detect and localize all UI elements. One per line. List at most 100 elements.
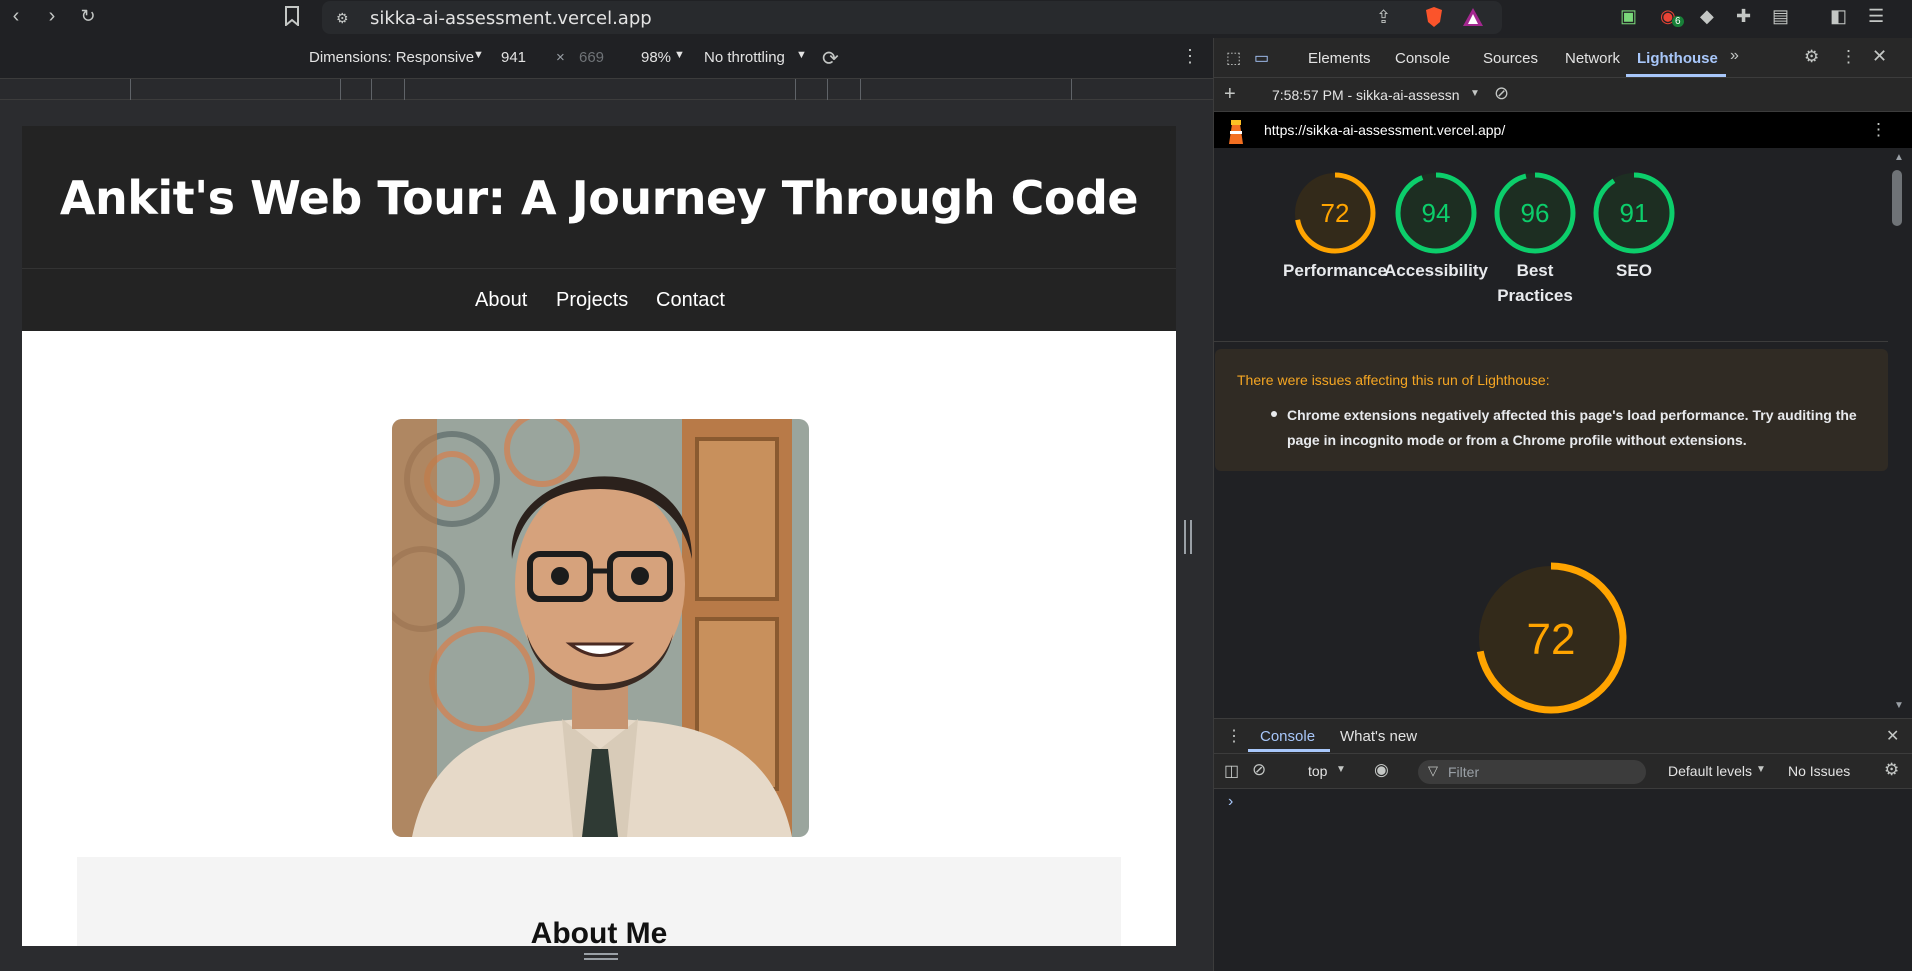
tab-console[interactable]: Console — [1395, 50, 1450, 67]
emulated-page: Ankit's Web Tour: A Journey Through Code… — [22, 126, 1176, 946]
resize-handle[interactable] — [1184, 520, 1192, 554]
warning-title: There were issues affecting this run of … — [1237, 372, 1550, 388]
live-expression-eye-icon[interactable]: ◉ — [1374, 760, 1389, 780]
report-scrollbar[interactable]: ▲ ▼ — [1888, 148, 1912, 718]
site-header: Ankit's Web Tour: A Journey Through Code — [22, 126, 1176, 269]
sidebar-icon[interactable]: ◧ — [1830, 6, 1847, 26]
active-tab-indicator — [1626, 74, 1726, 77]
chevron-down-icon: ▼ — [1336, 764, 1346, 775]
more-tabs-icon[interactable]: » — [1730, 47, 1739, 65]
more-options-icon[interactable]: ⋮ — [1181, 46, 1199, 67]
svg-text:91: 91 — [1620, 198, 1649, 228]
device-toolbar: Dimensions: Responsive ▼ 941 × 669 98% ▼… — [0, 38, 1213, 78]
gauge-ring: 91 — [1593, 172, 1675, 254]
tab-elements[interactable]: Elements — [1308, 50, 1371, 67]
console-prompt[interactable]: › — [1228, 793, 1233, 811]
forward-icon[interactable]: › — [40, 4, 64, 28]
times-separator: × — [556, 49, 565, 66]
address-bar[interactable]: ⚙ sikka-ai-assessment.vercel.app ⇪ — [322, 1, 1502, 34]
svg-text:96: 96 — [1521, 198, 1550, 228]
big-performance-gauge[interactable]: 72 — [1471, 558, 1631, 718]
report-url[interactable]: https://sikka-ai-assessment.vercel.app/ — [1264, 122, 1505, 138]
extension-badge-count: 6 — [1672, 16, 1684, 27]
drawer-active-indicator — [1248, 749, 1330, 752]
console-filter-input[interactable]: ▽ Filter — [1418, 760, 1646, 784]
extension-icon-2[interactable]: ◆ — [1700, 6, 1714, 26]
chevron-down-icon: ▼ — [796, 49, 807, 61]
inspect-element-icon[interactable]: ⬚ — [1226, 48, 1241, 68]
extension-icon[interactable]: ▣ — [1620, 6, 1637, 26]
gauge-ring: 72 — [1294, 172, 1376, 254]
filter-icon: ▽ — [1428, 763, 1438, 778]
nav-link-contact[interactable]: Contact — [656, 289, 725, 312]
lighthouse-logo-icon — [1229, 120, 1243, 144]
media-query-bar[interactable] — [0, 78, 1213, 101]
lighthouse-report-url-bar: https://sikka-ai-assessment.vercel.app/ … — [1214, 112, 1912, 148]
brave-rewards-icon[interactable] — [1462, 7, 1484, 31]
issues-counter[interactable]: No Issues — [1788, 763, 1850, 779]
about-heading: About Me — [530, 917, 668, 946]
tab-search-icon[interactable]: ▤ — [1772, 6, 1789, 26]
drawer-tab-console[interactable]: Console — [1260, 728, 1315, 745]
more-options-icon[interactable]: ⋮ — [1840, 47, 1857, 67]
svg-text:94: 94 — [1422, 198, 1451, 228]
console-settings-gear-icon[interactable]: ⚙ — [1884, 760, 1899, 780]
site-nav: About Projects Contact — [22, 269, 1176, 331]
tab-sources[interactable]: Sources — [1483, 50, 1538, 67]
rotate-icon[interactable]: ⟳ — [822, 46, 839, 71]
settings-gear-icon[interactable]: ⚙ — [1804, 47, 1819, 67]
console-toolbar: ◫ ⊘ top ▼ ◉ ▽ Filter Default levels ▼ No… — [1214, 753, 1912, 789]
context-select[interactable]: top — [1308, 763, 1327, 779]
filter-placeholder: Filter — [1448, 764, 1480, 780]
gauge-ring: 96 — [1494, 172, 1576, 254]
bullet — [1271, 411, 1277, 417]
site-settings-icon[interactable]: ⚙ — [336, 8, 349, 28]
zoom-select[interactable]: 98% — [641, 49, 671, 66]
svg-text:72: 72 — [1321, 198, 1350, 228]
throttling-select[interactable]: No throttling — [704, 49, 785, 66]
lighthouse-toolbar: + 7:58:57 PM - sikka-ai-assessn ▼ ⊘ — [1214, 78, 1912, 112]
nav-link-projects[interactable]: Projects — [556, 289, 628, 312]
chevron-down-icon: ▼ — [473, 49, 484, 61]
width-input[interactable]: 941 — [501, 49, 526, 66]
gauge-label-best-practices: Best Practices — [1497, 261, 1573, 305]
device-toggle-icon[interactable]: ▭ — [1254, 48, 1269, 68]
viewport-bottom-bar — [22, 946, 1176, 971]
close-devtools-icon[interactable]: ✕ — [1872, 46, 1887, 67]
sidebar-toggle-icon[interactable]: ◫ — [1224, 761, 1239, 781]
report-menu-icon[interactable]: ⋮ — [1870, 120, 1887, 140]
reload-icon[interactable]: ↻ — [76, 4, 100, 28]
extensions-puzzle-icon[interactable]: ✚ — [1736, 6, 1751, 26]
console-output[interactable]: › — [1214, 789, 1912, 971]
chevron-down-icon: ▼ — [1470, 88, 1480, 99]
log-levels-select[interactable]: Default levels — [1668, 763, 1752, 779]
close-drawer-icon[interactable]: ✕ — [1886, 726, 1899, 746]
url-text[interactable]: sikka-ai-assessment.vercel.app — [370, 8, 652, 29]
page-title: Ankit's Web Tour: A Journey Through Code — [59, 171, 1139, 225]
clear-icon[interactable]: ⊘ — [1494, 83, 1509, 104]
nav-link-about[interactable]: About — [475, 289, 527, 312]
brave-shield-icon[interactable] — [1424, 6, 1444, 32]
profile-portrait — [392, 419, 809, 837]
tab-lighthouse[interactable]: Lighthouse — [1637, 50, 1718, 67]
gauge-ring: 94 — [1395, 172, 1477, 254]
drawer-tab-whats-new[interactable]: What's new — [1340, 728, 1417, 745]
bookmark-icon[interactable] — [284, 6, 300, 30]
share-icon[interactable]: ⇪ — [1376, 7, 1391, 27]
divider — [1214, 341, 1888, 342]
gauge-seo[interactable]: 91 SEO — [1574, 168, 1694, 283]
height-input[interactable]: 669 — [579, 49, 604, 66]
drawer-tab-bar: ⋮ Console What's new ✕ — [1214, 718, 1912, 753]
new-report-icon[interactable]: + — [1224, 83, 1236, 106]
back-icon[interactable]: ‹ — [4, 4, 28, 28]
warning-item: Chrome extensions negatively affected th… — [1287, 407, 1857, 448]
tab-network[interactable]: Network — [1565, 50, 1620, 67]
drawer-menu-icon[interactable]: ⋮ — [1226, 726, 1242, 746]
lighthouse-warning: There were issues affecting this run of … — [1215, 349, 1888, 471]
report-selector[interactable]: 7:58:57 PM - sikka-ai-assessn — [1272, 87, 1460, 103]
clear-console-icon[interactable]: ⊘ — [1252, 760, 1266, 780]
dimensions-select[interactable]: Dimensions: Responsive — [309, 49, 474, 66]
svg-text:72: 72 — [1527, 615, 1576, 664]
gauge-label-seo: SEO — [1616, 261, 1652, 280]
menu-icon[interactable]: ☰ — [1868, 6, 1884, 26]
